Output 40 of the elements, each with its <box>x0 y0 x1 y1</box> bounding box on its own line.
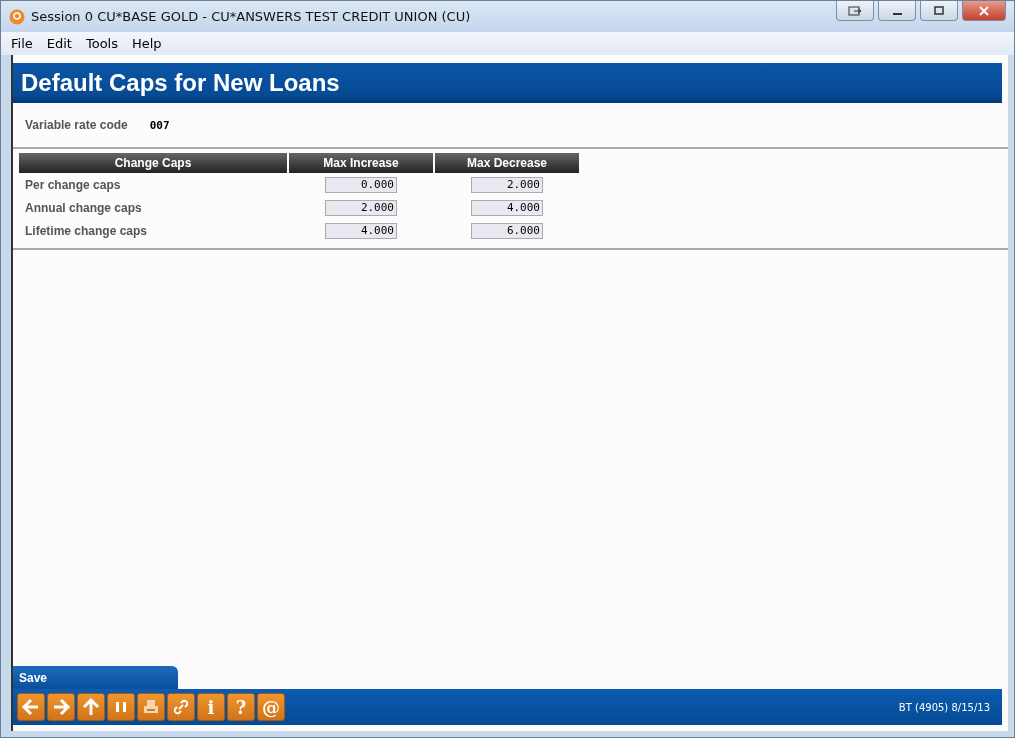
row-label: Annual change caps <box>24 200 143 215</box>
link-button[interactable] <box>167 693 195 721</box>
maximize-icon <box>933 5 945 16</box>
link-icon <box>171 697 191 717</box>
menu-item[interactable]: Help <box>132 36 162 51</box>
column-header: Max Increase <box>289 153 433 173</box>
up-button[interactable] <box>77 693 105 721</box>
field-value: 007 <box>149 118 170 132</box>
close-icon <box>977 5 991 16</box>
up-arrow-icon <box>81 697 101 717</box>
right-arrow-icon <box>51 697 71 717</box>
close-button[interactable] <box>962 1 1006 21</box>
minimize-button[interactable] <box>878 1 916 21</box>
save-tab[interactable]: Save <box>13 666 178 689</box>
input-field[interactable]: 0.000 <box>325 176 397 193</box>
column-header: Max Decrease <box>435 153 579 173</box>
status-text: BT (4905) 8/15/13 <box>898 701 990 713</box>
back-button[interactable] <box>17 693 45 721</box>
restore-window-button[interactable] <box>836 1 874 21</box>
field-label: Variable rate code <box>25 118 128 132</box>
minimize-icon <box>892 12 902 15</box>
menu-item[interactable]: File <box>11 36 33 51</box>
window-title: Session 0 CU*BASE GOLD - CU*ANSWERS TEST CREDIT UNION (CU) <box>31 9 471 24</box>
maximize-button[interactable] <box>920 1 958 21</box>
input-field[interactable]: 2.000 <box>471 176 543 193</box>
left-arrow-icon <box>21 697 41 717</box>
page-title: Default Caps for New Loans <box>21 69 340 97</box>
print-button[interactable] <box>137 693 165 721</box>
input-field[interactable]: 4.000 <box>325 222 397 239</box>
input-field[interactable]: 4.000 <box>471 199 543 216</box>
row-label: Lifetime change caps <box>24 223 149 238</box>
menu-item[interactable]: Tools <box>85 36 118 51</box>
input-field[interactable]: 6.000 <box>471 222 543 239</box>
menu-item[interactable]: Edit <box>46 36 72 51</box>
pause-button[interactable] <box>107 693 135 721</box>
input-field[interactable]: 2.000 <box>325 199 397 216</box>
row-label: Per change caps <box>24 177 122 192</box>
forward-button[interactable] <box>47 693 75 721</box>
column-header: Change Caps <box>19 153 287 173</box>
app-icon <box>9 8 25 25</box>
